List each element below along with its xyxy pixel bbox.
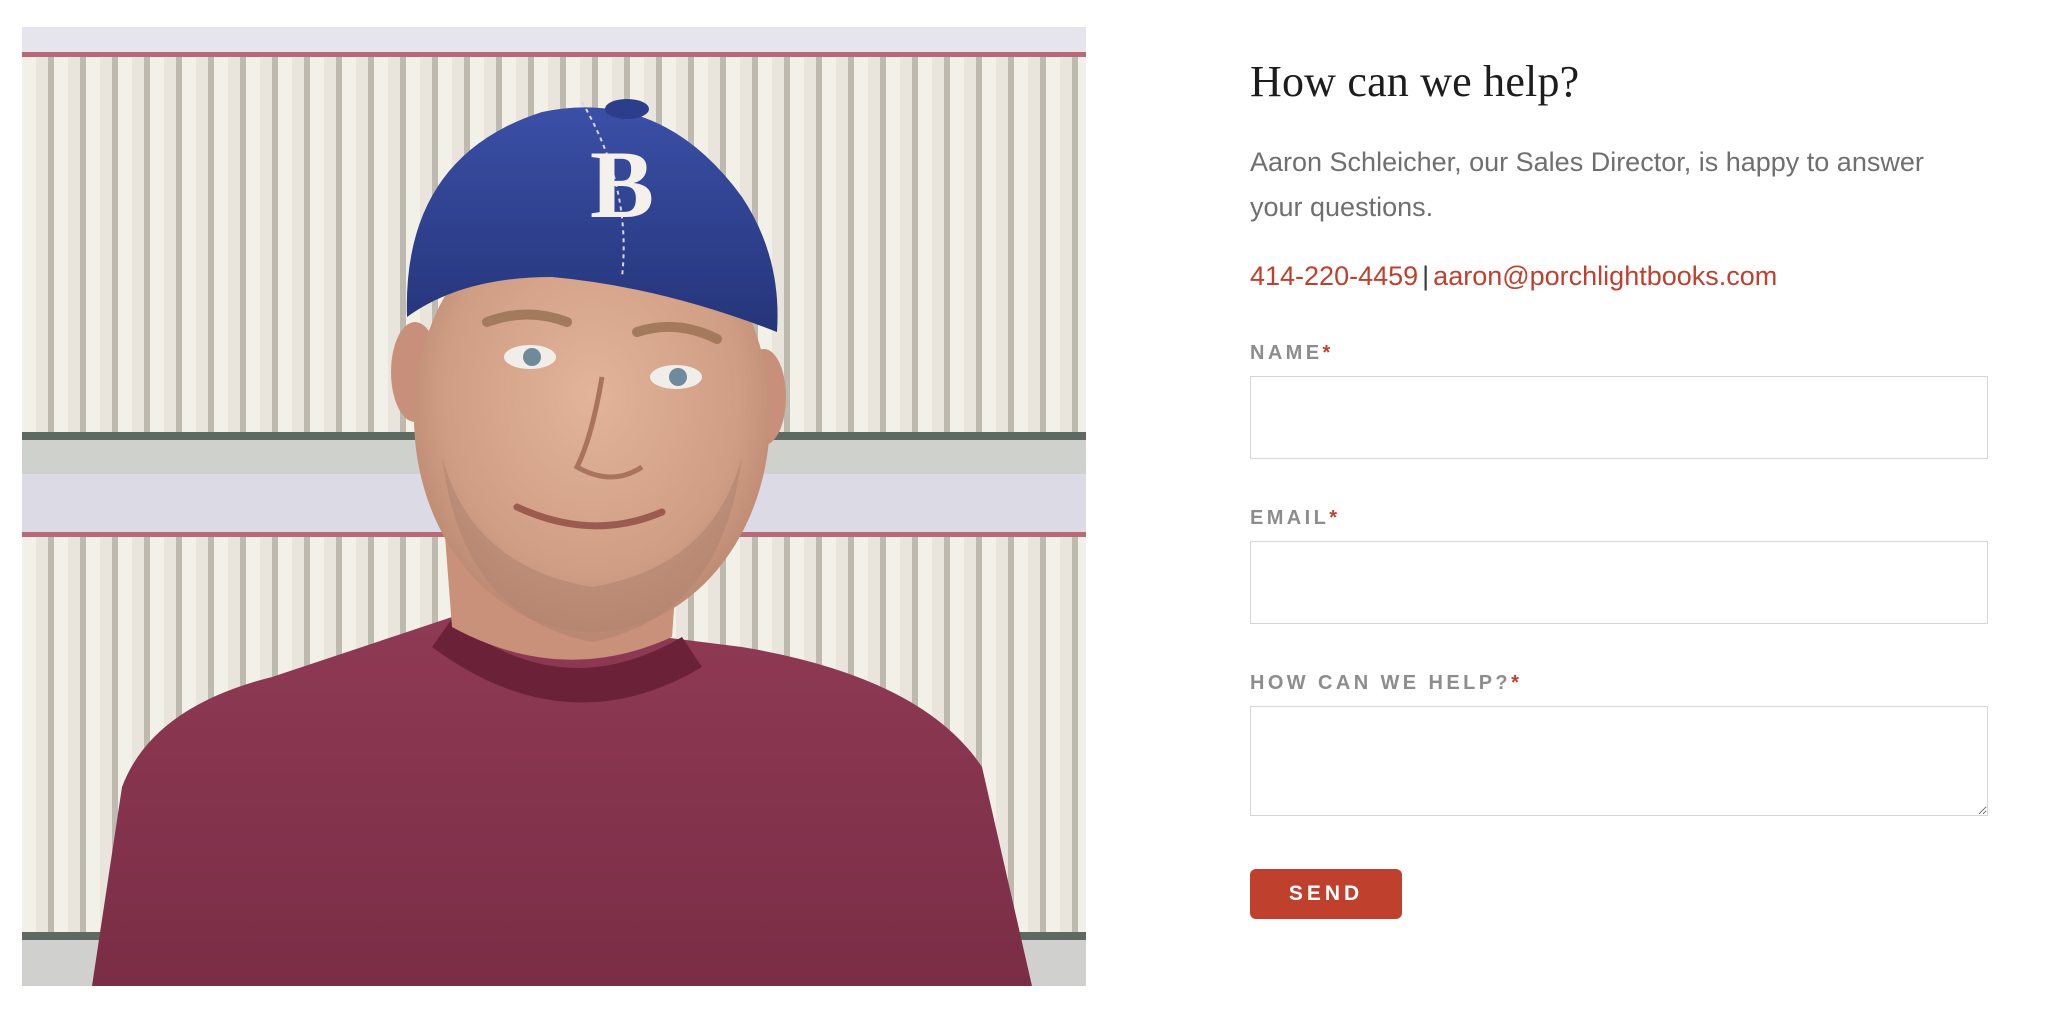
phone-link[interactable]: 414-220-4459 <box>1250 261 1418 291</box>
contact-page: B How can we help? Aaron Schleicher, our… <box>0 0 2048 1031</box>
help-message-field[interactable] <box>1250 706 1988 816</box>
contact-heading: How can we help? <box>1250 57 1580 106</box>
email-field[interactable] <box>1250 541 1988 624</box>
help-label-text: HOW CAN WE HELP? <box>1250 672 1512 694</box>
name-field[interactable] <box>1250 376 1988 459</box>
contact-panel: How can we help? Aaron Schleicher, our S… <box>1250 52 1990 919</box>
send-button[interactable]: SEND <box>1250 869 1402 919</box>
email-label: EMAIL* <box>1250 505 1990 531</box>
help-label: HOW CAN WE HELP?* <box>1250 670 1990 696</box>
contact-separator: | <box>1422 261 1430 291</box>
email-label-text: EMAIL <box>1250 507 1330 529</box>
contact-intro: Aaron Schleicher, our Sales Director, is… <box>1250 147 1924 222</box>
help-required-mark: * <box>1511 672 1523 694</box>
email-required-mark: * <box>1329 507 1341 529</box>
name-label-text: NAME <box>1250 342 1323 364</box>
email-link[interactable]: aaron@porchlightbooks.com <box>1433 261 1777 291</box>
name-label: NAME* <box>1250 340 1990 366</box>
contact-details: 414-220-4459 | aaron@porchlightbooks.com <box>1250 256 1990 296</box>
name-required-mark: * <box>1322 342 1334 364</box>
cap-logo: B <box>590 131 654 238</box>
contact-form: NAME* EMAIL* HOW CAN WE HELP?* SEND <box>1250 340 1990 919</box>
portrait-photo: B <box>22 27 1086 986</box>
